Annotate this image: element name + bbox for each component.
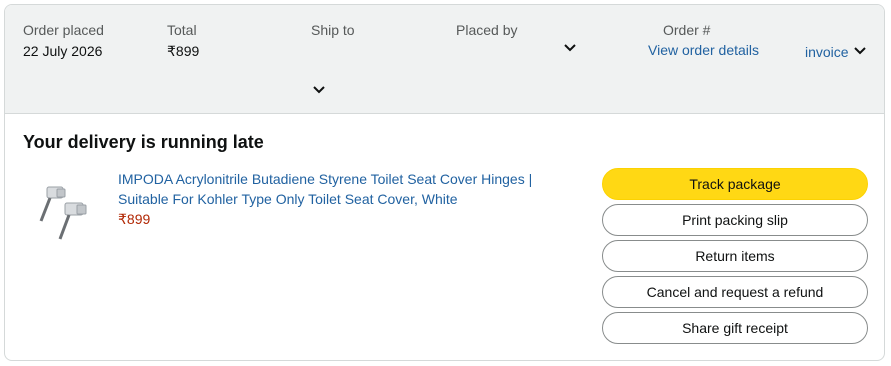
- order-card: Order placed 22 July 2026 Total ₹899 Shi…: [4, 4, 885, 361]
- placed-by-chevron-down-icon[interactable]: [563, 43, 577, 53]
- track-package-button[interactable]: Track package: [602, 168, 868, 200]
- order-total-value: ₹899: [167, 43, 200, 59]
- delivery-status-headline: Your delivery is running late: [23, 132, 264, 152]
- ship-to-chevron-down-icon[interactable]: [312, 85, 326, 95]
- product-title-link[interactable]: IMPODA Acrylonitrile Butadiene Styrene T…: [118, 169, 558, 209]
- placed-by-label: Placed by: [456, 22, 518, 38]
- order-total-column: Total ₹899: [167, 21, 199, 61]
- order-total-label: Total: [167, 22, 197, 38]
- toilet-seat-hinge-icon: [39, 186, 87, 240]
- ship-to-column: Ship to: [311, 21, 355, 39]
- order-header: Order placed 22 July 2026 Total ₹899 Shi…: [5, 5, 884, 114]
- order-number-column: Order #: [663, 21, 710, 39]
- invoice-link[interactable]: invoice: [805, 42, 849, 62]
- share-gift-receipt-button[interactable]: Share gift receipt: [602, 312, 868, 344]
- order-placed-date: 22 July 2026: [23, 43, 103, 59]
- product-image[interactable]: [35, 183, 99, 243]
- return-items-button[interactable]: Return items: [602, 240, 868, 272]
- invoice-chevron-down-icon[interactable]: [853, 46, 867, 56]
- placed-by-column: Placed by: [456, 21, 517, 39]
- product-price: ₹899: [118, 211, 151, 227]
- order-placed-label: Order placed: [23, 22, 104, 38]
- order-placed-column: Order placed 22 July 2026: [23, 21, 104, 61]
- order-number-label: Order #: [663, 22, 711, 38]
- view-order-details-link[interactable]: View order details: [648, 40, 759, 60]
- print-packing-slip-button[interactable]: Print packing slip: [602, 204, 868, 236]
- ship-to-label: Ship to: [311, 22, 355, 38]
- cancel-refund-button[interactable]: Cancel and request a refund: [602, 276, 868, 308]
